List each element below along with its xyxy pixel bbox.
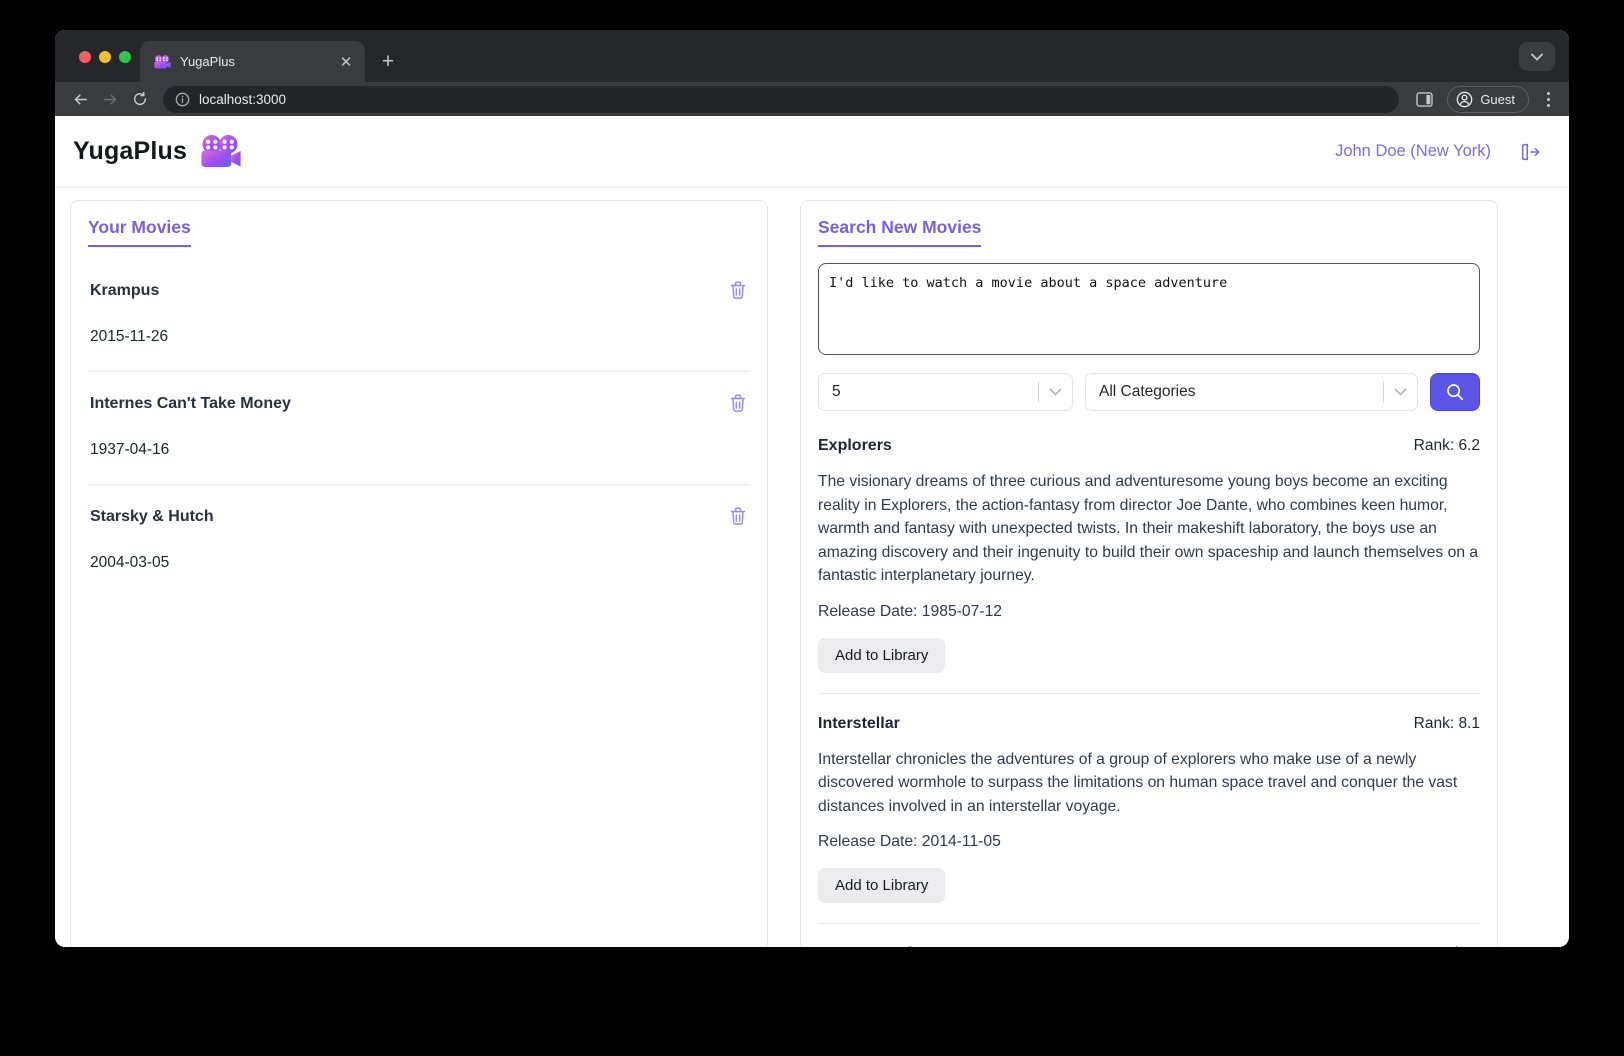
logout-icon[interactable] [1519, 141, 1541, 163]
result-item: Interstellar Rank: 8.1 Interstellar chro… [818, 694, 1480, 925]
category-select[interactable]: All Categories [1085, 373, 1418, 411]
search-new-movies-title: Search New Movies [818, 217, 981, 247]
movie-list: Krampus 2015-11-26 Internes Can't Take M… [88, 259, 750, 597]
user-area: John Doe (New York) [1335, 141, 1541, 163]
address-bar[interactable]: localhost:3000 [163, 86, 1399, 113]
site-header: YugaPlus John Doe (New York) [55, 116, 1569, 188]
trash-icon [728, 506, 748, 527]
maximize-window-button[interactable] [119, 51, 131, 63]
search-new-movies-panel: Search New Movies I'd like to watch a mo… [800, 200, 1498, 947]
list-item: Internes Can't Take Money 1937-04-16 [88, 372, 750, 485]
list-item: Starsky & Hutch 2004-03-05 [88, 485, 750, 597]
browser-menu-icon[interactable] [1537, 92, 1559, 107]
chevron-down-icon [1049, 388, 1062, 396]
search-controls: 5 All Categories [818, 373, 1480, 411]
movie-title: Internes Can't Take Money [90, 395, 291, 413]
tab-search-chevron-icon[interactable] [1519, 42, 1555, 71]
movie-title: Krampus [90, 282, 159, 300]
minimize-window-button[interactable] [99, 51, 111, 63]
user-name: John Doe (New York) [1335, 142, 1491, 161]
browser-window: YugaPlus ✕ + localhost:3000 Guest [55, 30, 1569, 947]
delete-movie-button[interactable] [728, 506, 748, 527]
result-description: The visionary dreams of three curious an… [818, 470, 1480, 588]
your-movies-title: Your Movies [88, 217, 191, 247]
guest-avatar-icon [1456, 91, 1473, 108]
url-text: localhost:3000 [199, 92, 286, 107]
app-logo-text: YugaPlus [73, 137, 187, 166]
chevron-down-icon [1394, 388, 1407, 396]
profile-guest-button[interactable]: Guest [1447, 86, 1529, 113]
movie-release-date: 2015-11-26 [90, 328, 748, 346]
result-release-date: Release Date: 1985-07-12 [818, 603, 1480, 621]
result-item: Explorers Rank: 6.2 The visionary dreams… [818, 416, 1480, 694]
tab-close-icon[interactable]: ✕ [337, 53, 355, 71]
movie-release-date: 2004-03-05 [90, 554, 748, 572]
rank-select-value: 5 [832, 383, 1038, 401]
forward-icon[interactable] [97, 86, 123, 112]
result-title: Explorers [818, 437, 892, 455]
result-release-date: Release Date: 2014-11-05 [818, 833, 1480, 851]
delete-movie-button[interactable] [728, 393, 748, 414]
guest-label: Guest [1480, 92, 1515, 107]
category-select-value: All Categories [1099, 383, 1383, 401]
window-controls [79, 51, 131, 63]
result-item: Conquest of Space Rank: 5 [818, 924, 1480, 947]
result-title: Interstellar [818, 715, 900, 733]
result-description: Interstellar chronicles the adventures o… [818, 748, 1480, 819]
movie-camera-icon [200, 135, 242, 168]
trash-icon [728, 280, 748, 301]
tab-title: YugaPlus [180, 54, 328, 69]
browser-toolbar: localhost:3000 Guest [55, 82, 1569, 116]
your-movies-panel: Your Movies Krampus 2015-11-26 Internes … [70, 200, 768, 947]
back-icon[interactable] [67, 86, 93, 112]
app-logo: YugaPlus [73, 135, 242, 168]
movie-release-date: 1937-04-16 [90, 441, 748, 459]
movie-query-input[interactable]: I'd like to watch a movie about a space … [818, 263, 1480, 355]
tab-strip: YugaPlus ✕ + [55, 30, 1569, 82]
close-window-button[interactable] [79, 51, 91, 63]
rank-select[interactable]: 5 [818, 373, 1073, 411]
trash-icon [728, 393, 748, 414]
add-to-library-button[interactable]: Add to Library [818, 638, 945, 673]
movie-title: Starsky & Hutch [90, 508, 214, 526]
reload-icon[interactable] [127, 86, 153, 112]
browser-tab[interactable]: YugaPlus ✕ [140, 41, 365, 82]
search-button[interactable] [1430, 373, 1480, 411]
side-panel-icon[interactable] [1411, 86, 1437, 112]
tab-favicon-movie-camera-icon [154, 55, 171, 69]
search-icon [1445, 382, 1465, 402]
search-results: Explorers Rank: 6.2 The visionary dreams… [818, 416, 1480, 947]
result-rank: Rank: 6.2 [1414, 437, 1480, 455]
add-to-library-button[interactable]: Add to Library [818, 868, 945, 903]
new-tab-button[interactable]: + [373, 47, 403, 77]
result-rank: Rank: 5 [1427, 945, 1480, 947]
site-info-icon[interactable] [175, 92, 190, 107]
result-rank: Rank: 8.1 [1414, 715, 1480, 733]
delete-movie-button[interactable] [728, 280, 748, 301]
list-item: Krampus 2015-11-26 [88, 259, 750, 372]
main-content: Your Movies Krampus 2015-11-26 Internes … [55, 188, 1569, 947]
result-title: Conquest of Space [818, 945, 963, 947]
